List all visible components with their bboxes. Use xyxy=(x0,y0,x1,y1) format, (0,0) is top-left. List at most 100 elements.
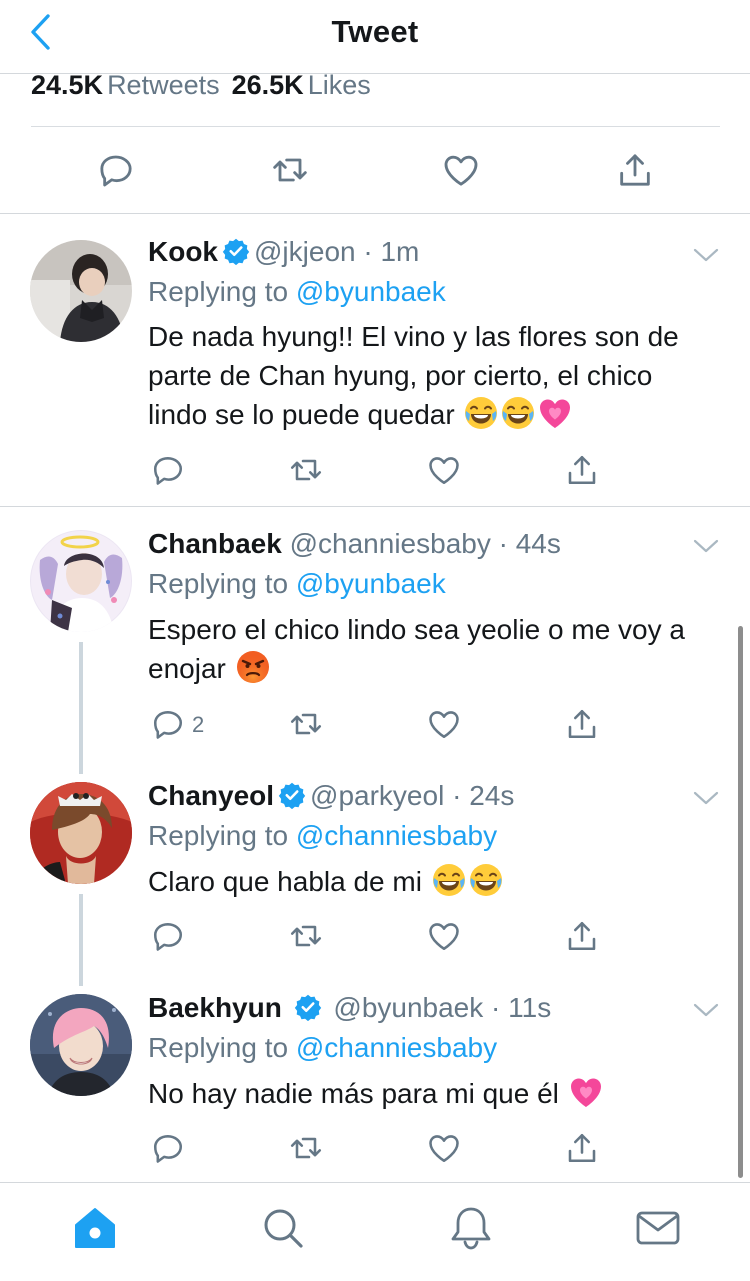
display-name[interactable]: Kook xyxy=(148,236,218,267)
chevron-down-icon[interactable] xyxy=(692,537,720,555)
tweet-text: No hay nadie más para mi que él xyxy=(148,1074,716,1113)
reply-tweet[interactable]: Chanbaek @channiesbaby · 44s Replying to… xyxy=(0,520,750,770)
reply-icon[interactable] xyxy=(150,706,186,742)
mention-link[interactable]: @channiesbaby xyxy=(296,1032,497,1063)
reply-tweet[interactable]: Baekhyun @byunbaek · 11s Replying to @ch… xyxy=(0,984,750,1180)
reply-context: Replying to @channiesbaby xyxy=(148,818,716,854)
verified-badge-icon xyxy=(222,237,250,265)
user-handle[interactable]: @channiesbaby xyxy=(290,528,491,559)
tweet-text-content: No hay nadie más para mi que él xyxy=(148,1078,559,1109)
retweet-icon[interactable] xyxy=(270,150,310,190)
like-icon[interactable] xyxy=(426,452,462,488)
tweet-actions xyxy=(148,1130,608,1174)
tweet-text-content: Claro que habla de mi xyxy=(148,866,422,897)
joy-emoji-icon xyxy=(463,395,499,431)
reply-tweet[interactable]: Chanyeol @parkyeol · 24s Replying to @cha… xyxy=(0,772,750,982)
tweet-text: De nada hyung!! El vino y las flores son… xyxy=(148,317,716,434)
likes-count[interactable]: 26.5K xyxy=(232,70,304,100)
user-handle[interactable]: @byunbaek xyxy=(333,992,483,1023)
joy-emoji-icon xyxy=(431,862,467,898)
reply-prefix: Replying to xyxy=(148,276,289,307)
reply-context: Replying to @byunbaek xyxy=(148,274,716,310)
like-icon[interactable] xyxy=(426,706,462,742)
page-title: Tweet xyxy=(331,14,419,49)
joy-emoji-icon xyxy=(500,395,536,431)
mention-link[interactable]: @byunbaek xyxy=(296,568,446,599)
growing-heart-emoji-icon xyxy=(568,1074,604,1110)
avatar[interactable] xyxy=(30,240,132,342)
reply-prefix: Replying to xyxy=(148,820,289,851)
main-tweet-actions xyxy=(0,140,750,202)
share-icon[interactable] xyxy=(564,918,600,954)
retweets-count[interactable]: 24.5K xyxy=(31,70,103,100)
timestamp: 1m xyxy=(380,236,420,267)
tweet-text-content: Espero el chico lindo sea yeolie o me vo… xyxy=(148,614,685,684)
separator-dot: · xyxy=(444,780,470,811)
share-icon[interactable] xyxy=(615,150,655,190)
reply-count: 2 xyxy=(192,712,205,737)
reply-tweet[interactable]: Kook @jkjeon · 1m Replying to @byunbaek D… xyxy=(0,226,750,506)
share-icon[interactable] xyxy=(564,452,600,488)
top-bar: Tweet xyxy=(0,0,750,74)
chevron-down-icon[interactable] xyxy=(692,789,720,807)
display-name[interactable]: Chanbaek xyxy=(148,528,282,559)
verified-badge-icon xyxy=(278,781,306,809)
display-name[interactable]: Chanyeol xyxy=(148,780,274,811)
chevron-down-icon[interactable] xyxy=(692,1001,720,1019)
avatar[interactable] xyxy=(30,782,132,884)
reply-context: Replying to @channiesbaby xyxy=(148,1030,716,1066)
reply-icon[interactable] xyxy=(150,1130,186,1166)
avatar[interactable] xyxy=(30,530,132,632)
tweet-actions xyxy=(148,918,608,962)
separator-dot: · xyxy=(355,236,381,267)
reply-icon[interactable] xyxy=(150,918,186,954)
angry-emoji-icon xyxy=(235,649,271,685)
chevron-down-icon[interactable] xyxy=(692,246,720,264)
divider xyxy=(0,506,750,507)
like-icon[interactable] xyxy=(441,150,481,190)
retweet-icon[interactable] xyxy=(288,452,324,488)
reply-icon[interactable] xyxy=(96,150,136,190)
separator-dot: · xyxy=(490,528,516,559)
mention-link[interactable]: @byunbaek xyxy=(296,276,446,307)
notifications-icon[interactable] xyxy=(448,1205,494,1251)
divider xyxy=(31,126,720,127)
tweet-actions: 2 xyxy=(148,706,608,750)
divider xyxy=(0,213,750,214)
mention-link[interactable]: @channiesbaby xyxy=(296,820,497,851)
like-icon[interactable] xyxy=(426,1130,462,1166)
verified-badge-icon xyxy=(294,993,322,1021)
timestamp: 11s xyxy=(508,992,552,1023)
reply-icon[interactable] xyxy=(150,452,186,488)
timestamp: 44s xyxy=(515,528,561,559)
home-icon[interactable] xyxy=(72,1205,118,1251)
like-icon[interactable] xyxy=(426,918,462,954)
retweets-label[interactable]: Retweets xyxy=(107,70,220,100)
retweet-icon[interactable] xyxy=(288,706,324,742)
avatar[interactable] xyxy=(30,994,132,1096)
bottom-tab-bar xyxy=(0,1182,750,1281)
separator-dot: · xyxy=(483,992,509,1023)
tweet-actions xyxy=(148,452,608,496)
retweet-icon[interactable] xyxy=(288,918,324,954)
joy-emoji-icon xyxy=(468,862,504,898)
search-icon[interactable] xyxy=(260,1205,306,1251)
retweet-icon[interactable] xyxy=(288,1130,324,1166)
share-icon[interactable] xyxy=(564,1130,600,1166)
reply-prefix: Replying to xyxy=(148,1032,289,1063)
timestamp: 24s xyxy=(469,780,515,811)
user-handle[interactable]: @jkjeon xyxy=(254,236,356,267)
messages-icon[interactable] xyxy=(635,1205,681,1251)
reply-context: Replying to @byunbaek xyxy=(148,566,716,602)
share-icon[interactable] xyxy=(564,706,600,742)
scrollbar[interactable] xyxy=(738,626,743,1178)
tweet-stats: 24.5K Retweets 26.5K Likes xyxy=(31,70,383,101)
likes-label[interactable]: Likes xyxy=(308,70,371,100)
reply-prefix: Replying to xyxy=(148,568,289,599)
tweet-text: Espero el chico lindo sea yeolie o me vo… xyxy=(148,610,716,688)
growing-heart-emoji-icon xyxy=(537,395,573,431)
tweet-text-content: De nada hyung!! El vino y las flores son… xyxy=(148,321,679,430)
display-name[interactable]: Baekhyun xyxy=(148,992,282,1023)
user-handle[interactable]: @parkyeol xyxy=(310,780,444,811)
tweet-text: Claro que habla de mi xyxy=(148,862,716,901)
